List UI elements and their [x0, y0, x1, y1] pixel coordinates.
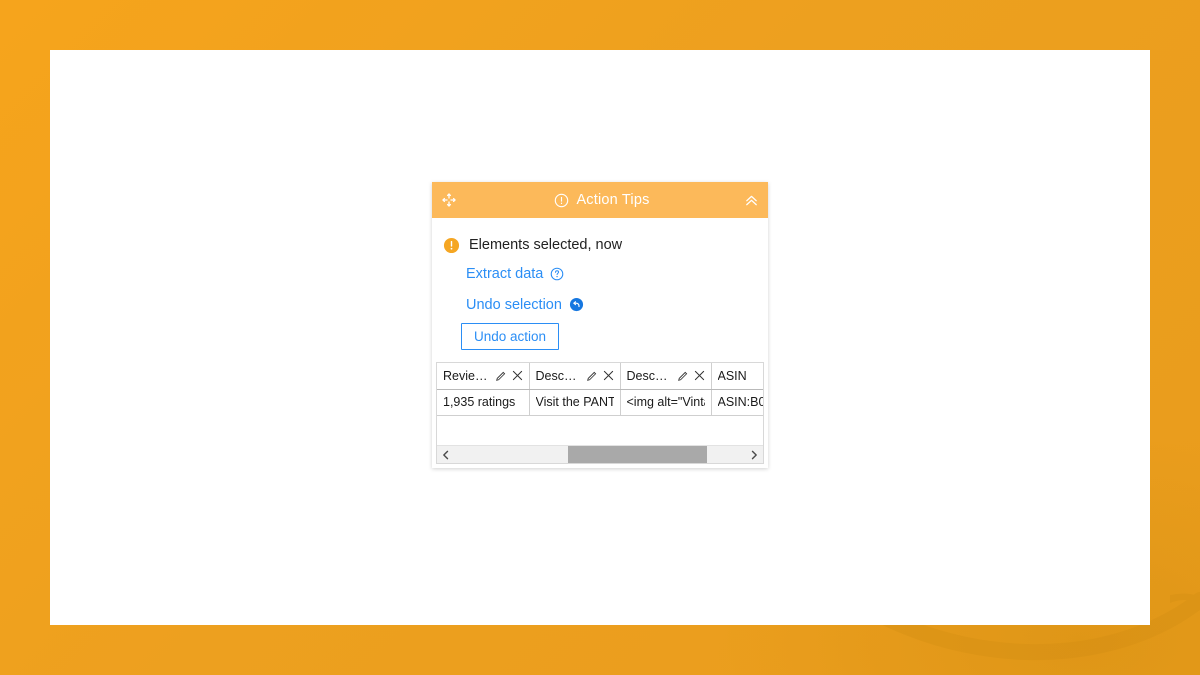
table-cell-description-1[interactable]: Visit the PANTI...: [529, 389, 621, 416]
status-message-row: Elements selected, now: [432, 232, 768, 258]
pencil-icon[interactable]: [586, 370, 598, 382]
cell-text: ASIN:B081: [717, 395, 764, 409]
undo-action-row: Undo action: [432, 320, 768, 362]
table-header: Reviews Descrip Descrip ASIN: [437, 363, 763, 390]
undo-action-button[interactable]: Undo action: [461, 323, 560, 350]
column-header-reviews[interactable]: Reviews: [437, 363, 530, 390]
panel-title: Action Tips: [576, 192, 650, 208]
column-header-label: Reviews: [443, 368, 490, 383]
undo-selection-link[interactable]: Undo selection: [466, 297, 562, 313]
scrollbar-thumb[interactable]: [568, 445, 708, 463]
grid-viewport: Reviews Descrip Descrip ASIN 1,935 ratin…: [437, 363, 763, 445]
content-card: Action Tips Elements selected, now Extra…: [50, 50, 1150, 625]
column-header-description-2[interactable]: Descrip...: [620, 363, 712, 390]
pencil-icon[interactable]: [495, 370, 507, 382]
info-circle-filled-icon: [443, 237, 460, 254]
column-header-label: Descrip...: [535, 368, 581, 383]
extracted-data-grid: Reviews Descrip Descrip ASIN 1,935 ratin…: [436, 362, 764, 464]
panel-title-group: Action Tips: [466, 192, 738, 208]
panel-body: Elements selected, now Extract data Undo…: [432, 218, 768, 464]
close-icon[interactable]: [512, 370, 523, 381]
table-cell-asin[interactable]: ASIN:B081: [711, 389, 764, 416]
question-circle-icon[interactable]: [550, 267, 564, 281]
column-header-asin[interactable]: ASIN: [711, 363, 763, 390]
cell-text: 1,935 ratings: [443, 395, 516, 409]
panel-header[interactable]: Action Tips: [432, 182, 768, 218]
table-cell-reviews[interactable]: 1,935 ratings: [437, 389, 530, 416]
action-tips-panel: Action Tips Elements selected, now Extra…: [432, 182, 768, 468]
move-icon[interactable]: [432, 192, 466, 208]
chevron-right-icon[interactable]: [745, 446, 763, 464]
extract-data-row: Extract data: [432, 258, 768, 289]
column-header-label: Descrip...: [626, 368, 672, 383]
table-cell-description-2[interactable]: <img alt="Vinta...: [620, 389, 712, 416]
data-table: Reviews Descrip Descrip ASIN 1,935 ratin…: [437, 363, 763, 416]
exclamation-circle-icon: [554, 193, 569, 208]
undo-selection-row: Undo selection: [432, 289, 768, 320]
extract-data-link[interactable]: Extract data: [466, 266, 543, 282]
undo-circle-filled-icon[interactable]: [569, 297, 584, 312]
horizontal-scrollbar[interactable]: [437, 445, 763, 463]
table-row[interactable]: 1,935 ratings Visit the PANTI... <img al…: [437, 389, 764, 416]
cell-text: Visit the PANTI...: [535, 395, 614, 409]
chevron-double-up-icon[interactable]: [738, 193, 768, 208]
column-header-label: ASIN: [717, 368, 747, 383]
status-text: Elements selected, now: [469, 237, 623, 253]
close-icon[interactable]: [603, 370, 614, 381]
table-header-row: Reviews Descrip Descrip ASIN: [437, 363, 763, 390]
column-header-description-1[interactable]: Descrip...: [529, 363, 621, 390]
chevron-left-icon[interactable]: [437, 446, 455, 464]
pencil-icon[interactable]: [677, 370, 689, 382]
table-body: 1,935 ratings Visit the PANTI... <img al…: [437, 389, 764, 416]
scrollbar-track[interactable]: [455, 445, 745, 463]
cell-text: <img alt="Vinta...: [626, 395, 705, 409]
close-icon[interactable]: [694, 370, 705, 381]
page-backdrop: Action Tips Elements selected, now Extra…: [0, 0, 1200, 675]
